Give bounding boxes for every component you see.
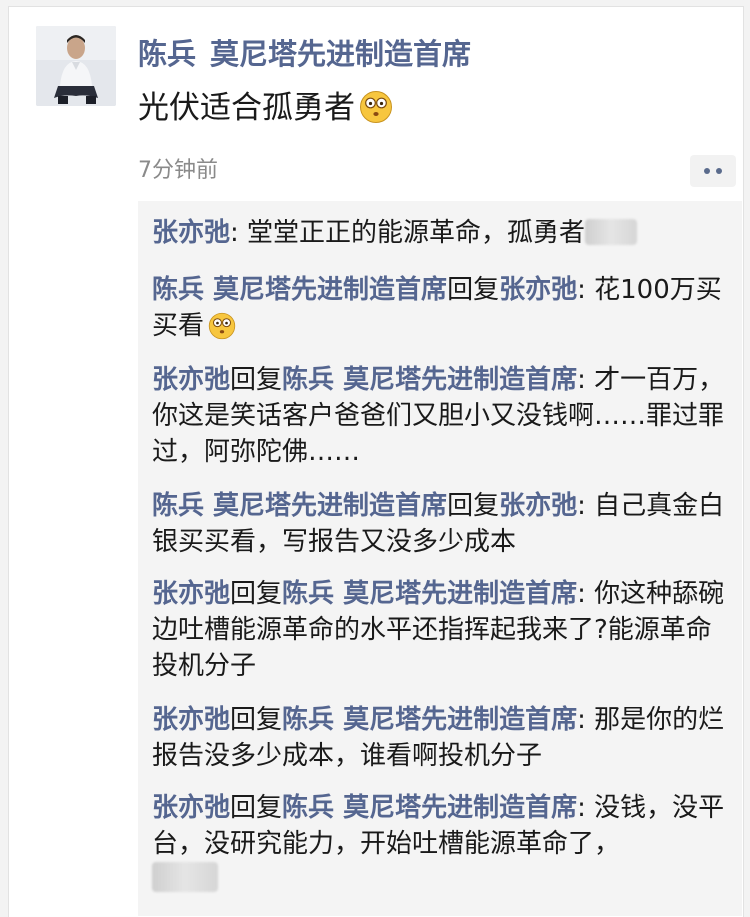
reply-word: 回复 — [230, 579, 283, 609]
comment-item[interactable]: 张亦弛回复陈兵 莫尼塔先进制造首席: 你这种舔碗边吐槽能源革命的水平还指挥起我来… — [152, 576, 732, 684]
comment-item[interactable]: 张亦弛回复陈兵 莫尼塔先进制造首席: 没钱，没平台，没研究能力，开始吐槽能源革命… — [152, 790, 732, 898]
astonished-face-icon — [208, 312, 236, 350]
reply-target-name[interactable]: 张亦弛 — [499, 491, 577, 521]
comment-separator: : — [577, 491, 595, 521]
person-photo-icon — [36, 26, 116, 106]
commenter-name[interactable]: 张亦弛 — [152, 793, 230, 823]
author-title[interactable]: 莫尼塔先进制造首席 — [210, 37, 471, 71]
ellipsis-icon-dot — [716, 168, 722, 174]
comment-item[interactable]: 张亦弛回复陈兵 莫尼塔先进制造首席: 才一百万，你这是笑话客户爸爸们又胆小又没钱… — [152, 362, 732, 470]
commenter-name[interactable]: 张亦弛 — [152, 218, 230, 248]
comment-separator: : — [230, 218, 248, 248]
reply-target-name[interactable]: 张亦弛 — [499, 275, 577, 305]
reply-target-name[interactable]: 陈兵 莫尼塔先进制造首席 — [282, 793, 577, 823]
reply-word: 回复 — [447, 491, 500, 521]
post-timestamp: 7分钟前 — [138, 158, 218, 183]
comment-item[interactable]: 张亦弛: 堂堂正正的能源革命，孤勇者 — [152, 215, 732, 251]
reply-word: 回复 — [230, 793, 283, 823]
reply-word: 回复 — [230, 365, 283, 395]
reply-word: 回复 — [230, 705, 283, 735]
commenter-name[interactable]: 陈兵 莫尼塔先进制造首席 — [152, 275, 447, 305]
redacted-blur — [152, 862, 218, 892]
comment-item[interactable]: 张亦弛回复陈兵 莫尼塔先进制造首席: 那是你的烂报告没多少成本，谁看啊投机分子 — [152, 702, 732, 774]
reply-target-name[interactable]: 陈兵 莫尼塔先进制造首席 — [282, 579, 577, 609]
reply-word: 回复 — [447, 275, 500, 305]
commenter-name[interactable]: 张亦弛 — [152, 365, 230, 395]
comment-separator: : — [577, 705, 595, 735]
author-name[interactable]: 陈兵 — [138, 37, 196, 71]
comment-separator: : — [577, 793, 595, 823]
commenter-name[interactable]: 陈兵 莫尼塔先进制造首席 — [152, 491, 447, 521]
astonished-face-icon — [359, 90, 393, 131]
comment-section: 张亦弛: 堂堂正正的能源革命，孤勇者 陈兵 莫尼塔先进制造首席回复张亦弛: 花1… — [138, 201, 742, 916]
redacted-blur — [585, 219, 638, 245]
reply-target-name[interactable]: 陈兵 莫尼塔先进制造首席 — [282, 705, 577, 735]
comment-item[interactable]: 陈兵 莫尼塔先进制造首席回复张亦弛: 自己真金白银买买看，写报告又没多少成本 — [152, 488, 732, 560]
commenter-name[interactable]: 张亦弛 — [152, 705, 230, 735]
commenter-name[interactable]: 张亦弛 — [152, 579, 230, 609]
comment-separator: : — [577, 365, 595, 395]
reply-target-name[interactable]: 陈兵 莫尼塔先进制造首席 — [282, 365, 577, 395]
comment-separator: : — [577, 275, 595, 305]
post-text-content: 光伏适合孤勇者 — [138, 90, 355, 126]
author-name-line[interactable]: 陈兵 莫尼塔先进制造首席 — [138, 38, 471, 70]
ellipsis-icon-dot — [704, 168, 710, 174]
comment-item[interactable]: 陈兵 莫尼塔先进制造首席回复张亦弛: 花100万买买看 — [152, 272, 732, 350]
comment-text: 堂堂正正的能源革命，孤勇者 — [247, 218, 586, 248]
post-text: 光伏适合孤勇者 — [138, 90, 393, 131]
author-avatar[interactable] — [36, 26, 116, 106]
comment-separator: : — [577, 579, 595, 609]
more-options-button[interactable] — [690, 155, 736, 187]
